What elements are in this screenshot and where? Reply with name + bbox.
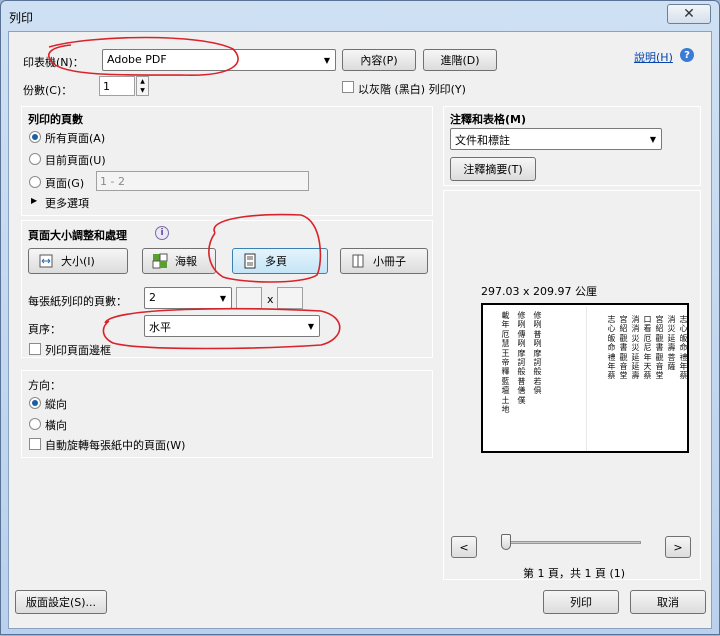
comments-title: 注釋和表格(M) [450,113,527,126]
preview-text-column: 志心皈命禮年蔡 [679,315,688,381]
poster-button[interactable]: 海報 [142,248,216,274]
preview-text-column: 修咧普咧摩訶般若俱 [533,311,542,396]
pages-x-field[interactable] [236,287,262,309]
preview-text-column: 口看厄尼年天蔡 [643,315,652,381]
page-sizing-panel: 頁面大小調整和處理 i 大小(I) 海報 多頁 小冊子 每張紙列印的頁數： 2 … [21,220,433,358]
booklet-button-label: 小冊子 [373,255,406,268]
comments-select[interactable]: 文件和標註 ▼ [450,128,662,150]
prev-page-button[interactable]: < [451,536,477,558]
page-setup-button[interactable]: 版面設定(S)... [15,590,107,614]
title-bar: 列印 ✕ [1,1,719,31]
chevron-down-icon: ▼ [323,55,331,65]
page-divider [586,307,587,451]
multiple-pages-button[interactable]: 多頁 [232,248,328,274]
current-page-label: 目前頁面(U) [45,154,106,167]
pages-section-title: 列印的頁數 [28,113,83,126]
printer-label: 印表機(N)： [23,56,84,69]
resize-icon [37,252,55,270]
advanced-button[interactable]: 進階(D) [423,49,497,71]
booklet-button[interactable]: 小冊子 [340,248,428,274]
page-counter: 第 1 頁，共 1 頁 (1) [523,567,626,580]
help-icon[interactable]: ? [680,48,694,62]
preview-text-column: 載年厄慧王帝釋藍壇土地 [501,311,510,415]
page-order-select[interactable]: 水平 ▼ [144,315,320,337]
portrait-radio[interactable] [29,397,41,409]
page-range-label: 頁面(G) [45,177,85,190]
orientation-panel: 方向： 縱向 橫向 自動旋轉每張紙中的頁面(W) [21,370,433,458]
copies-value: 1 [103,80,110,93]
size-button[interactable]: 大小(I) [28,248,128,274]
paper-size-label: 297.03 x 209.97 公厘 [481,285,597,298]
size-button-label: 大小(I) [61,255,95,268]
chevron-down-icon: ▼ [307,321,315,331]
help-link[interactable]: 說明(H) [634,49,673,65]
auto-rotate-label: 自動旋轉每張紙中的頁面(W) [45,439,186,452]
window-title: 列印 [9,11,34,25]
comments-panel: 注釋和表格(M) 文件和標註 ▼ 注釋摘要(T) [443,106,701,186]
pages-per-sheet-select[interactable]: 2 ▼ [144,287,232,309]
preview-text-column: 志心皈命禮年蔡 [607,315,616,381]
printer-select[interactable]: Adobe PDF ▼ [102,49,336,71]
times-label: x [267,293,274,306]
page-order-label: 頁序： [28,323,61,336]
page-range-value: 1 - 2 [100,175,125,188]
print-border-checkbox[interactable] [29,343,41,355]
summarize-comments-button[interactable]: 注釋摘要(T) [450,157,536,181]
preview-text-column: 消消災災延延壽 [631,315,640,381]
multiple-pages-icon [241,252,259,270]
page-sizing-title: 頁面大小調整和處理 [28,229,127,242]
preview-text-column: 修咧傳咧摩訶般普僐僕 [517,311,526,405]
landscape-radio[interactable] [29,418,41,430]
pages-to-print-panel: 列印的頁數 所有頁面(A) 目前頁面(U) 頁面(G) 1 - 2 ▶ 更多選項 [21,106,433,216]
page-slider-track[interactable] [506,541,641,544]
copies-field[interactable]: 1 [99,76,135,96]
preview-text-column: 宮紹觀書觀音堂 [655,315,664,381]
booklet-icon [349,252,367,270]
poster-button-label: 海報 [175,255,197,268]
page-order-value: 水平 [149,321,171,334]
copies-label: 份數(C)： [23,84,73,97]
close-button[interactable]: ✕ [667,4,711,24]
print-border-label: 列印頁面邊框 [45,344,111,357]
page-range-radio[interactable] [29,176,41,188]
current-page-radio[interactable] [29,153,41,165]
grayscale-label: 以灰階 (黑白) 列印(Y) [358,83,466,96]
multiple-pages-label: 多頁 [265,255,287,268]
cancel-button[interactable]: 取消 [630,590,706,614]
grayscale-checkbox[interactable] [342,81,354,93]
info-icon[interactable]: i [155,226,169,240]
poster-icon [151,252,169,270]
next-page-button[interactable]: > [665,536,691,558]
pages-per-sheet-label: 每張紙列印的頁數： [28,295,127,308]
all-pages-radio[interactable] [29,131,41,143]
pages-y-field[interactable] [277,287,303,309]
preview-text-column: 消災延壽菩薩 [667,315,676,372]
page-range-field[interactable]: 1 - 2 [96,171,309,191]
auto-rotate-checkbox[interactable] [29,438,41,450]
portrait-label: 縱向 [45,398,67,411]
all-pages-label: 所有頁面(A) [45,132,106,145]
preview-text-column: 宮紹觀書觀音堂 [619,315,628,381]
copies-stepper[interactable]: ▲ ▼ [136,76,149,96]
more-options-label[interactable]: 更多選項 [45,195,89,211]
comments-select-value: 文件和標註 [455,134,510,147]
orientation-title: 方向： [28,379,61,392]
preview-page: 載年厄慧王帝釋藍壇土地 修咧傳咧摩訶般普僐僕 修咧普咧摩訶般若俱 志心皈命禮年蔡… [481,303,689,453]
page-slider-thumb[interactable] [501,534,511,550]
expand-triangle-icon[interactable]: ▶ [31,196,37,205]
print-button[interactable]: 列印 [543,590,619,614]
properties-button[interactable]: 內容(P) [342,49,416,71]
landscape-label: 橫向 [45,419,67,432]
printer-select-value: Adobe PDF [107,53,167,66]
chevron-down-icon: ▼ [649,134,657,144]
print-dialog: 列印 ✕ 印表機(N)： Adobe PDF ▼ 內容(P) 進階(D) 說明(… [0,0,720,635]
pages-per-sheet-value: 2 [149,291,156,304]
chevron-down-icon: ▼ [219,293,227,303]
